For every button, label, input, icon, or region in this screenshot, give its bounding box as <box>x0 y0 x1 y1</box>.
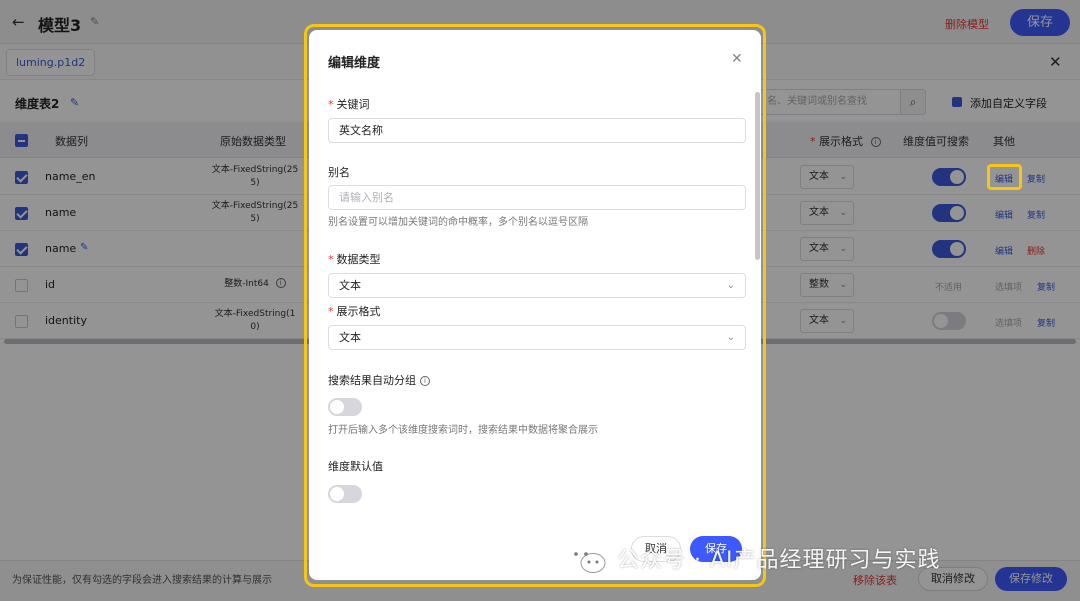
default-value-toggle[interactable] <box>328 485 362 503</box>
alias-label: 别名 <box>328 166 350 179</box>
close-icon[interactable]: ✕ <box>731 51 743 67</box>
keyword-input[interactable]: 英文名称 <box>328 118 746 143</box>
alias-input[interactable]: 请输入别名 <box>328 185 746 210</box>
data-type-label: * 数据类型 <box>328 253 381 266</box>
keyword-label: * 关键词 <box>328 98 370 111</box>
dialog-scrollbar[interactable] <box>755 92 760 260</box>
info-icon: i <box>420 376 430 386</box>
display-format-select[interactable]: 文本 ⌄ <box>328 325 746 350</box>
auto-group-hint: 打开后输入多个该维度搜索词时，搜索结果中数据将聚合展示 <box>328 425 598 436</box>
chevron-down-icon: ⌄ <box>726 280 735 291</box>
auto-group-label: 搜索结果自动分组 i <box>328 372 430 388</box>
watermark-text: 公众号 · AI产品经理研习与实践 <box>617 548 941 573</box>
alias-hint: 别名设置可以增加关键词的命中概率，多个别名以逗号区隔 <box>328 217 588 228</box>
highlight-box-edit-link <box>987 164 1022 190</box>
display-format-label: * 展示格式 <box>328 305 381 318</box>
auto-group-toggle[interactable] <box>328 398 362 416</box>
chevron-down-icon: ⌄ <box>726 332 735 343</box>
dialog-title: 编辑维度 <box>328 56 381 71</box>
default-value-label: 维度默认值 <box>328 460 383 473</box>
edit-dimension-dialog: 编辑维度 ✕ * 关键词 英文名称 别名 请输入别名 别名设置可以增加关键词的命中… <box>309 30 761 580</box>
data-type-select[interactable]: 文本 ⌄ <box>328 273 746 298</box>
wechat-icon <box>567 545 606 573</box>
